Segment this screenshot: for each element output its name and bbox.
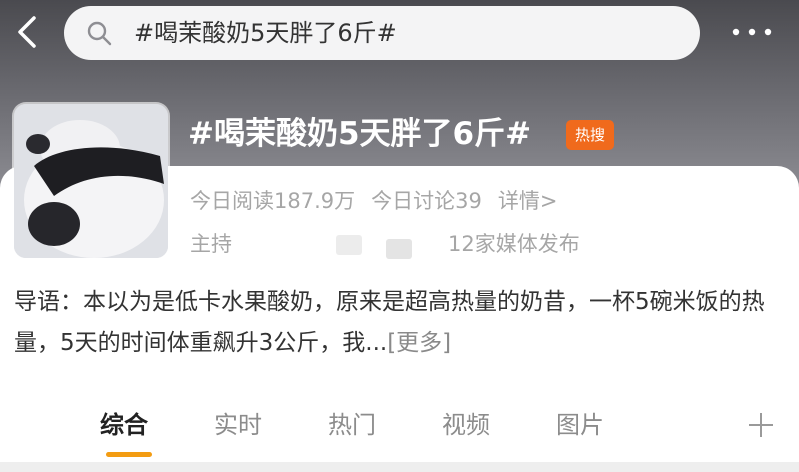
- topic-intro: 导语：本以为是低卡水果酸奶，原来是超高热量的奶昔，一杯5碗米饭的热量，5天的时间…: [14, 282, 774, 364]
- bottom-divider: [0, 462, 799, 472]
- tab-realtime[interactable]: 实时: [214, 408, 262, 442]
- add-tab-button[interactable]: [746, 410, 776, 440]
- tab-images[interactable]: 图片: [556, 408, 604, 442]
- topic-avatar: [14, 104, 168, 258]
- tab-hot[interactable]: 热门: [328, 408, 376, 442]
- search-icon: [87, 21, 112, 46]
- details-link[interactable]: 详情>: [498, 189, 558, 213]
- topic-title: #喝茉酸奶5天胖了6斤#: [188, 116, 532, 152]
- topic-stats: 今日阅读187.9万 今日讨论39 详情>: [190, 186, 573, 216]
- discussion-count: 今日讨论39: [371, 189, 482, 213]
- hot-search-badge: 热搜: [566, 120, 614, 150]
- plus-icon: [749, 413, 773, 437]
- read-count: 今日阅读187.9万: [190, 189, 356, 213]
- search-input[interactable]: #喝茉酸奶5天胖了6斤#: [134, 18, 397, 48]
- tab-video[interactable]: 视频: [442, 408, 490, 442]
- host-avatar[interactable]: [336, 235, 362, 255]
- media-publish-text[interactable]: 12家媒体发布: [448, 229, 580, 259]
- host-label: 主持: [190, 232, 232, 256]
- back-arrow-icon: [18, 16, 36, 48]
- panda-image-icon: [14, 104, 168, 258]
- more-dots-icon: [732, 28, 772, 36]
- back-button[interactable]: [8, 10, 48, 54]
- active-tab-indicator: [106, 452, 152, 457]
- tab-bar: 综合 实时 热门 视频 图片: [0, 398, 799, 458]
- more-options-button[interactable]: [728, 20, 778, 44]
- host-avatar[interactable]: [386, 239, 412, 259]
- tab-comprehensive[interactable]: 综合: [100, 408, 148, 442]
- more-link[interactable]: [更多]: [387, 330, 451, 356]
- search-bar[interactable]: #喝茉酸奶5天胖了6斤#: [64, 6, 700, 60]
